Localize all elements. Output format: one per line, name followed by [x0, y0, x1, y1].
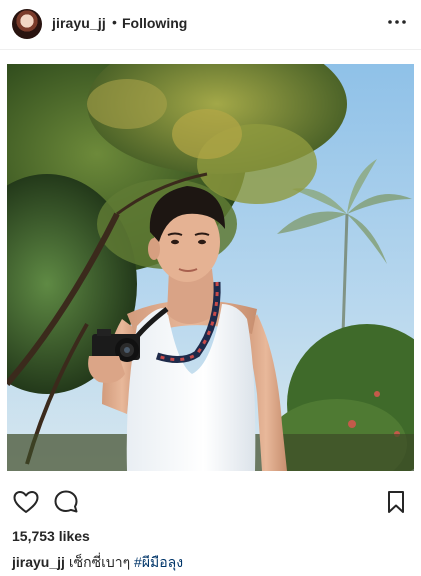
post-image[interactable] [7, 64, 414, 471]
post-header: jirayu_jj • Following [0, 0, 421, 50]
more-options-button[interactable] [385, 10, 409, 34]
post-caption: jirayu_jj เซ็กซี่เบาๆ #ผีมือลุง [12, 552, 183, 574]
like-button[interactable] [12, 488, 40, 516]
post-username[interactable]: jirayu_jj [52, 15, 106, 31]
caption-text: เซ็กซี่เบาๆ [68, 554, 131, 570]
instagram-post: jirayu_jj • Following 15,753 likes jiray… [0, 0, 421, 576]
save-button[interactable] [382, 488, 410, 516]
likes-count[interactable]: 15,753 likes [12, 528, 90, 544]
bookmark-outline-icon [388, 491, 404, 513]
comment-bubble-icon [54, 490, 78, 513]
post-photo [7, 64, 414, 471]
caption-hashtag[interactable]: #ผีมือลุง [134, 554, 183, 570]
caption-username[interactable]: jirayu_jj [12, 554, 65, 570]
avatar[interactable] [12, 9, 42, 39]
more-horizontal-icon [388, 20, 406, 24]
separator-dot: • [112, 14, 117, 30]
comment-button[interactable] [52, 488, 80, 516]
post-actions [0, 488, 421, 524]
heart-outline-icon [13, 491, 39, 513]
following-button[interactable]: Following [122, 15, 187, 31]
